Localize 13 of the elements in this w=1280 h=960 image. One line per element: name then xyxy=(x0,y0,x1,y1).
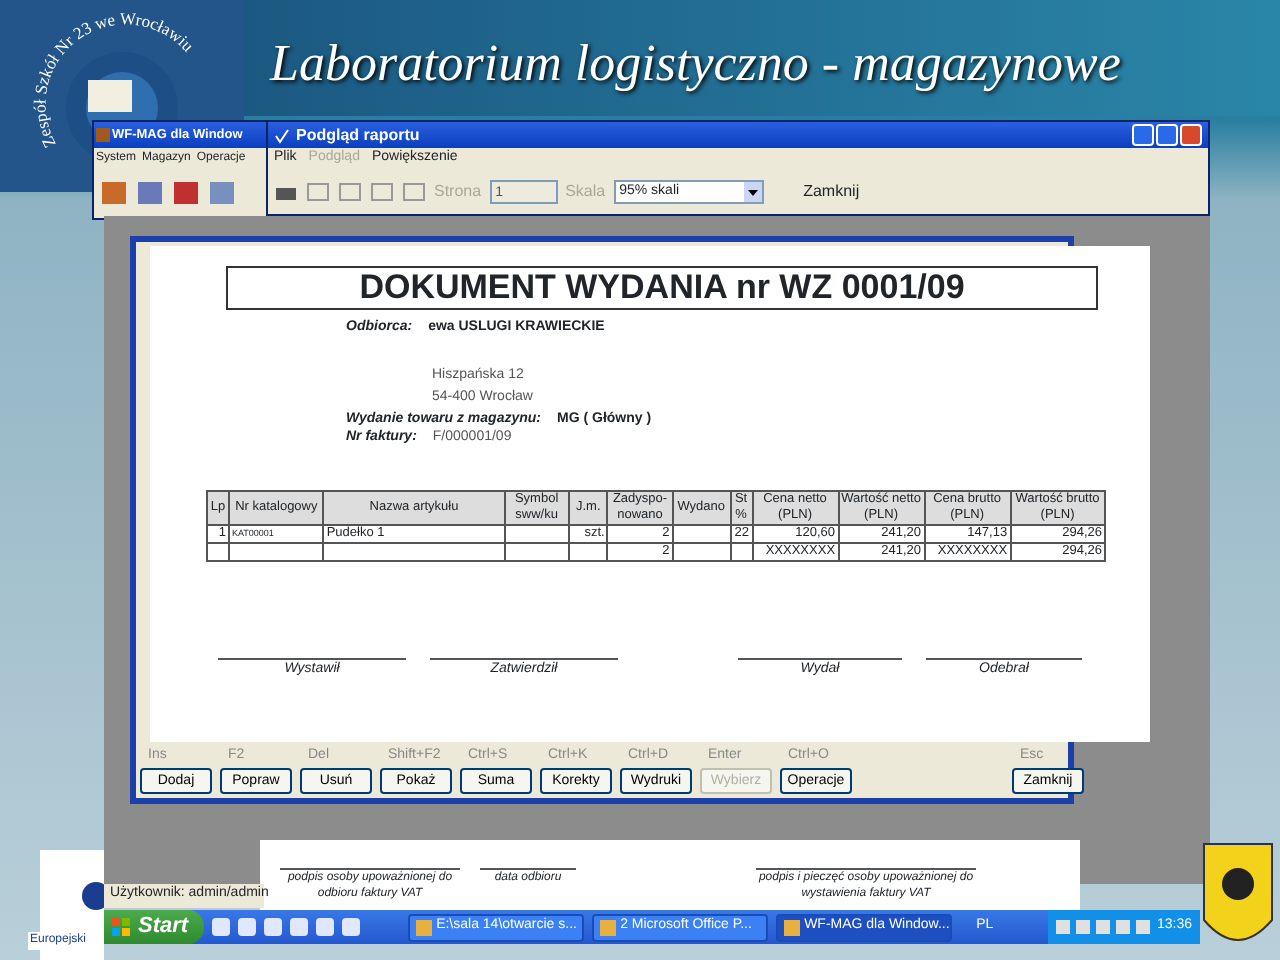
check-icon xyxy=(274,127,290,143)
close-button[interactable] xyxy=(1180,124,1202,146)
page-label: Strona xyxy=(434,180,482,204)
caret-icon[interactable] xyxy=(743,182,762,202)
document-title: DOKUMENT WYDANIA nr WZ 0001/09 xyxy=(226,266,1098,310)
window-title: Podgląd raportu xyxy=(296,123,420,147)
minimize-button[interactable] xyxy=(1132,124,1154,146)
scale-label: Skala xyxy=(565,180,606,204)
slide-title: Laboratorium logistyczno - magazynowe xyxy=(270,32,1121,96)
box-icon xyxy=(96,128,110,142)
maximize-button[interactable] xyxy=(1156,124,1178,146)
windows-flag-icon xyxy=(112,917,132,937)
close-link[interactable]: Zamknij xyxy=(803,180,860,204)
